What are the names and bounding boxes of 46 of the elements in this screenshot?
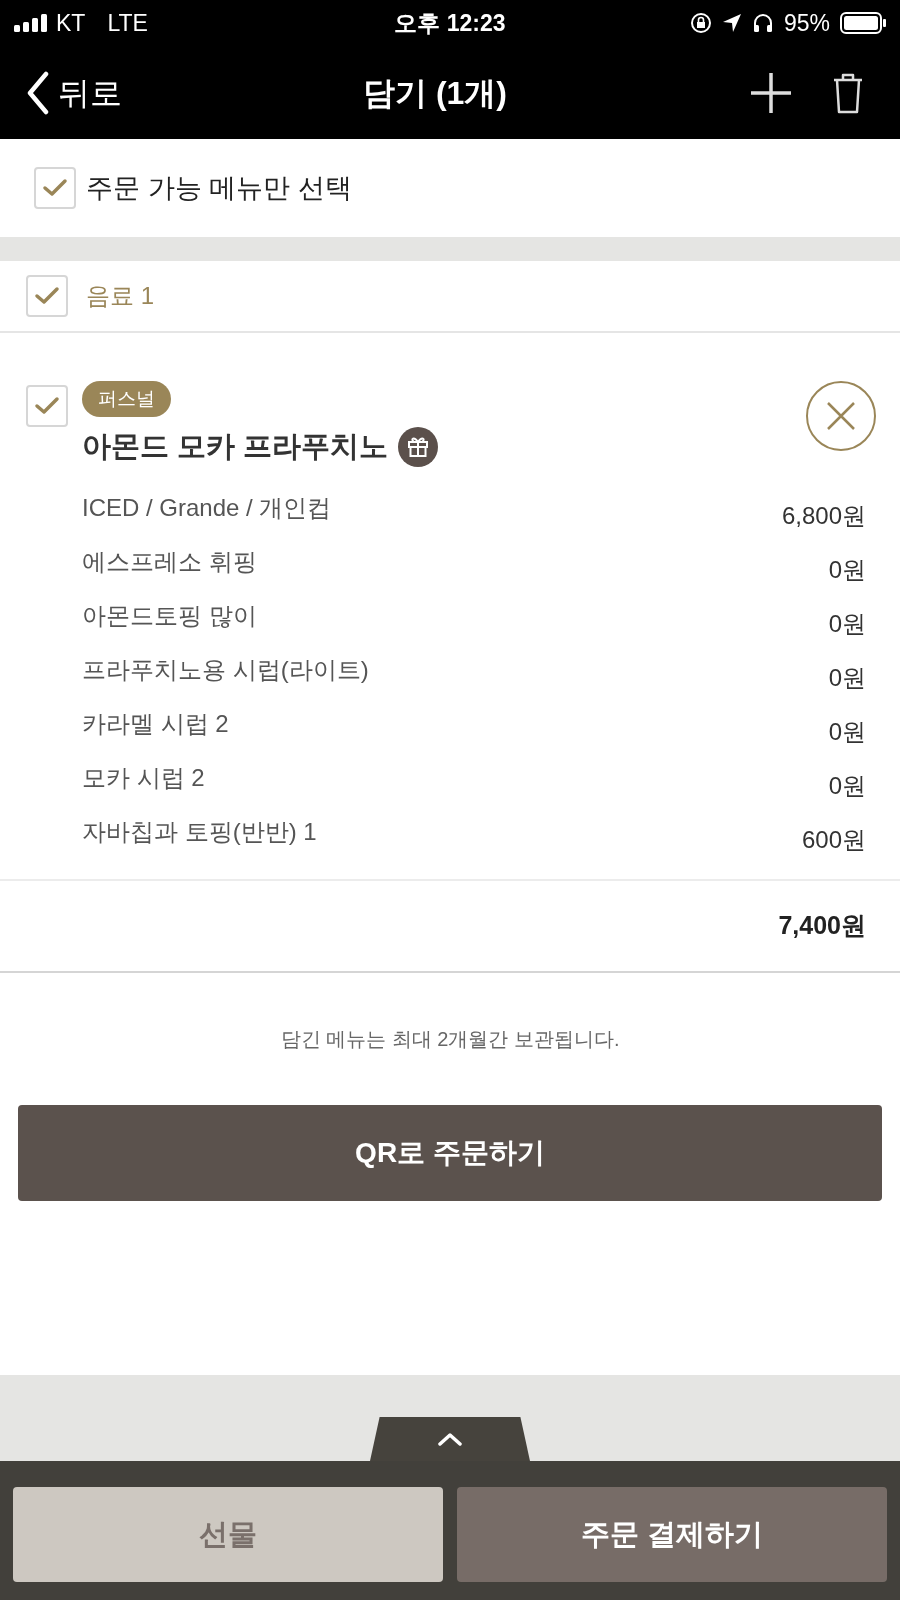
plus-icon — [749, 70, 793, 115]
option-label: ICED / Grande / 개인컵 — [82, 492, 332, 523]
page-title: 담기 (1개) — [363, 73, 507, 113]
checkbox[interactable] — [26, 275, 68, 317]
qr-order-button[interactable]: QR로 주문하기 — [18, 1104, 882, 1201]
option-label: 프라푸치노용 시럽(라이트) — [82, 654, 369, 685]
signal-icon — [14, 14, 50, 32]
network-text: LTE — [107, 8, 148, 38]
carrier-text: KT — [56, 8, 86, 38]
item-total-price: 7,400원 — [778, 909, 866, 941]
checkbox[interactable] — [26, 385, 68, 427]
chevron-up-icon — [438, 1432, 462, 1446]
battery-icon — [840, 12, 886, 34]
menu-item-name: 아몬드 모카 프라푸치노 — [82, 429, 389, 464]
category-label: 음료 1 — [86, 281, 154, 311]
option-label: 아몬드토핑 많이 — [82, 600, 257, 631]
option-price: 0원 — [828, 770, 866, 801]
option-price: 0원 — [828, 608, 866, 639]
headphones-icon — [751, 12, 774, 34]
option-price: 600원 — [801, 824, 866, 855]
close-icon — [826, 401, 856, 431]
clock-text: 오후 12:23 — [394, 8, 506, 38]
storage-notice: 담긴 메뉴는 최대 2개월간 보관됩니다. — [280, 1026, 620, 1052]
battery-percent: 95% — [783, 8, 830, 38]
trash-icon — [832, 71, 864, 114]
checkmark-icon — [34, 396, 60, 416]
option-price: 0원 — [828, 716, 866, 747]
option-label: 에스프레소 휘핑 — [82, 546, 257, 577]
chevron-left-icon — [26, 70, 50, 115]
personal-badge: 퍼스널 — [82, 381, 171, 417]
option-price: 0원 — [828, 662, 866, 693]
option-price: 6,800원 — [781, 500, 866, 531]
option-label: 모카 시럽 2 — [82, 762, 205, 793]
order-payment-button[interactable]: 주문 결제하기 — [457, 1487, 887, 1582]
option-label: 자바칩과 토핑(반반) 1 — [82, 816, 317, 847]
rotation-lock-icon — [689, 12, 712, 34]
back-button[interactable]: 뒤로 — [26, 68, 122, 117]
option-label: 카라멜 시럽 2 — [82, 708, 229, 739]
gift-icon — [398, 426, 439, 467]
select-available-label: 주문 가능 메뉴만 선택 — [86, 171, 352, 205]
location-icon — [721, 13, 742, 33]
checkbox[interactable] — [34, 167, 76, 209]
checkmark-icon — [34, 286, 60, 306]
remove-button[interactable] — [806, 381, 876, 451]
option-price: 0원 — [828, 554, 866, 585]
checkmark-icon — [42, 178, 68, 198]
